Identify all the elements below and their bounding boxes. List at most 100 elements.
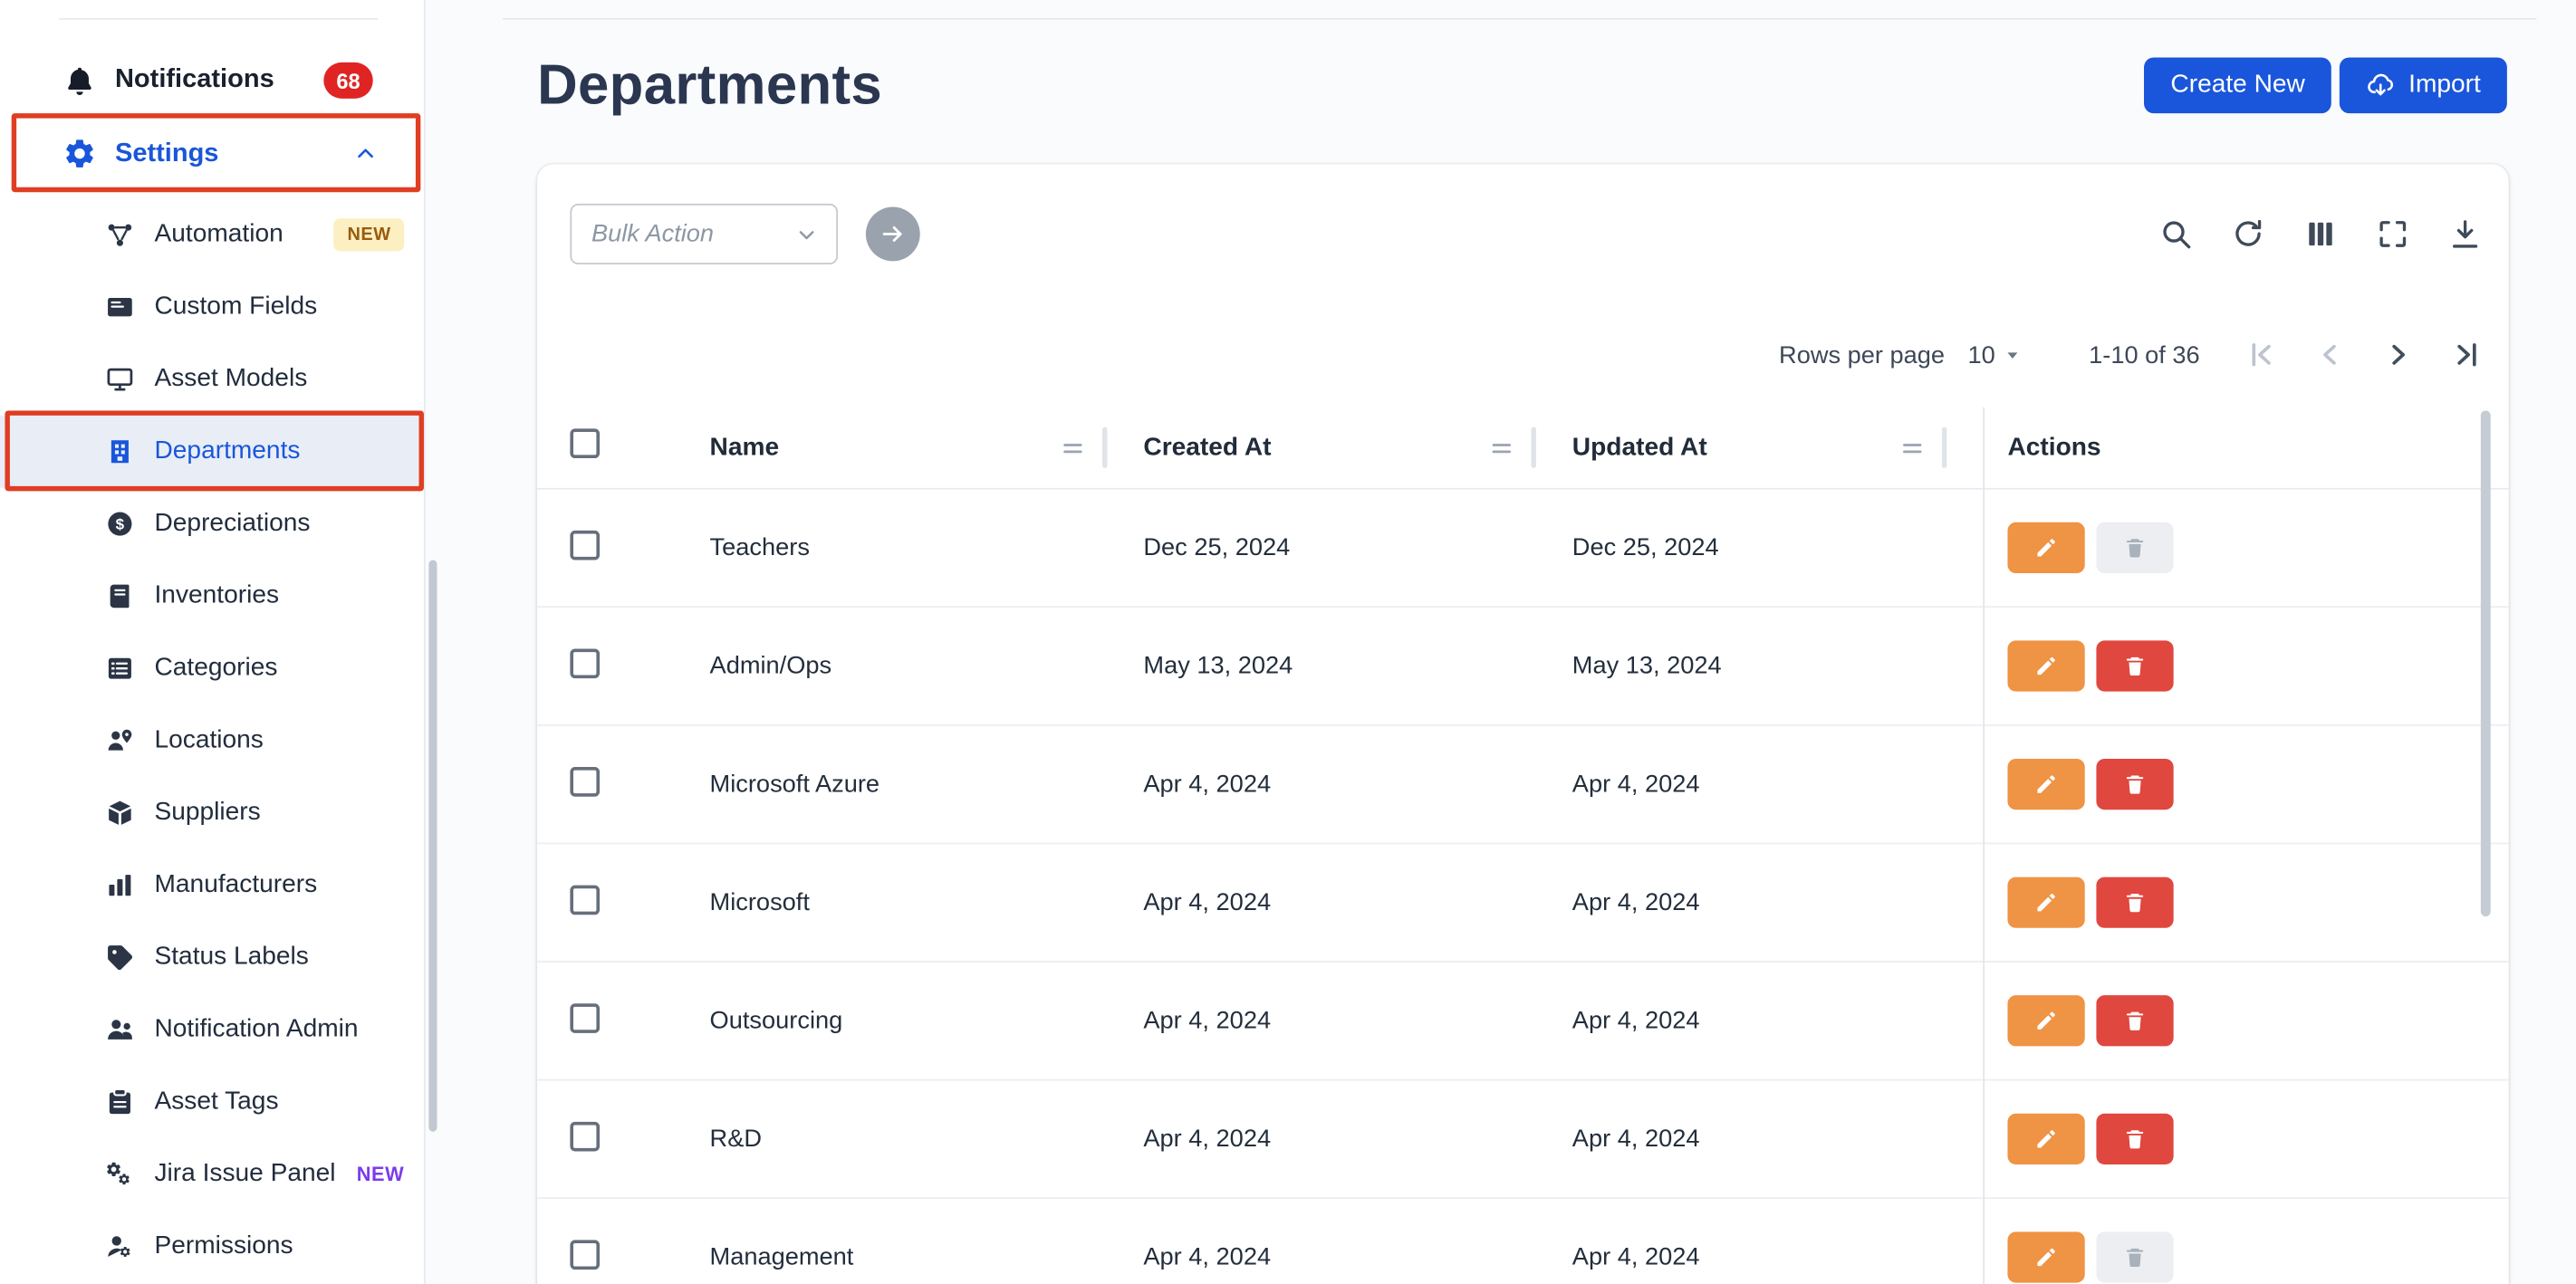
trash-icon <box>2122 1245 2147 1270</box>
sidebar-item-label: Notifications <box>115 66 274 96</box>
bar-chart-icon <box>105 870 135 900</box>
sidebar-item-locations[interactable]: Locations <box>0 704 424 777</box>
edit-button[interactable] <box>2007 1231 2084 1282</box>
pagination-controls <box>2243 337 2485 373</box>
row-checkbox[interactable] <box>570 530 600 560</box>
sidebar-item-asset-tags[interactable]: Asset Tags <box>0 1066 424 1138</box>
edit-button[interactable] <box>2007 640 2084 691</box>
cell-created-at: Apr 4, 2024 <box>1143 1243 1572 1271</box>
table-body: TeachersDec 25, 2024Dec 25, 2024Admin/Op… <box>537 490 2509 1284</box>
table-row: MicrosoftApr 4, 2024Apr 4, 2024 <box>537 844 2509 963</box>
pencil-icon <box>2033 1009 2058 1033</box>
row-checkbox[interactable] <box>570 885 600 915</box>
sidebar-item-label: Categories <box>154 654 277 684</box>
sidebar-item-permissions[interactable]: Permissions <box>0 1211 424 1283</box>
pencil-icon <box>2033 535 2058 560</box>
column-menu-icon[interactable] <box>1486 433 1516 463</box>
delete-button[interactable] <box>2096 1114 2173 1164</box>
content-top-divider <box>503 18 2536 20</box>
delete-button[interactable] <box>2096 522 2173 573</box>
bulk-action-select[interactable]: Bulk Action <box>570 204 838 264</box>
delete-button[interactable] <box>2096 877 2173 928</box>
delete-button[interactable] <box>2096 995 2173 1046</box>
first-page-button[interactable] <box>2243 337 2279 373</box>
sidebar-item-custom-fields[interactable]: Custom Fields <box>0 271 424 343</box>
columns-button[interactable] <box>2303 216 2338 251</box>
last-page-button[interactable] <box>2449 337 2485 373</box>
row-checkbox[interactable] <box>570 648 600 678</box>
search-icon <box>2158 216 2193 251</box>
row-checkbox[interactable] <box>570 766 600 796</box>
sidebar-item-label: Departments <box>154 436 300 466</box>
rows-per-page-select[interactable]: 10 <box>1967 340 2026 369</box>
row-checkbox[interactable] <box>570 1002 600 1032</box>
bulk-apply-button[interactable] <box>866 207 920 262</box>
refresh-button[interactable] <box>2231 216 2265 251</box>
previous-page-button[interactable] <box>2312 337 2348 373</box>
svg-text:$: $ <box>116 516 125 533</box>
dollar-circle-icon: $ <box>105 509 135 539</box>
rows-per-page-label: Rows per page <box>1779 340 1945 369</box>
sidebar-item-settings[interactable]: Settings <box>0 115 424 192</box>
cell-created-at: Dec 25, 2024 <box>1143 533 1572 561</box>
caret-down-icon <box>2000 341 2026 368</box>
trash-icon <box>2122 771 2147 796</box>
edit-button[interactable] <box>2007 1114 2084 1164</box>
column-menu-icon[interactable] <box>1898 433 1927 463</box>
departments-card: Bulk Action Rows per page 10 <box>537 164 2509 1284</box>
page-last-icon <box>2449 337 2485 373</box>
sidebar-item-departments[interactable]: Departments <box>0 416 424 488</box>
sidebar-item-automation[interactable]: AutomationNEW <box>0 198 424 271</box>
column-resize-handle[interactable] <box>1942 427 1946 468</box>
package-icon <box>105 799 135 829</box>
delete-button[interactable] <box>2096 759 2173 810</box>
column-resize-handle[interactable] <box>1531 427 1535 468</box>
edit-button[interactable] <box>2007 522 2084 573</box>
edit-button[interactable] <box>2007 877 2084 928</box>
pagination-bar: Rows per page 10 1-10 of 36 <box>1779 322 2485 388</box>
card-icon <box>105 292 135 322</box>
column-menu-icon[interactable] <box>1058 433 1088 463</box>
cell-name: Management <box>710 1243 1144 1271</box>
sidebar-item-label: Asset Models <box>154 365 307 395</box>
sidebar-scrollbar-thumb[interactable] <box>428 561 437 1132</box>
import-button[interactable]: Import <box>2340 57 2507 113</box>
next-page-button[interactable] <box>2380 337 2417 373</box>
delete-button[interactable] <box>2096 640 2173 691</box>
table-row: R&DApr 4, 2024Apr 4, 2024 <box>537 1080 2509 1199</box>
page-first-icon <box>2243 337 2279 373</box>
sidebar-item-suppliers[interactable]: Suppliers <box>0 777 424 849</box>
cell-updated-at: Apr 4, 2024 <box>1572 1243 1983 1271</box>
column-resize-handle[interactable] <box>1102 427 1107 468</box>
sidebar-item-notifications[interactable]: Notifications 68 <box>0 43 424 118</box>
column-header-updated-at: Updated At <box>1572 433 1707 463</box>
sidebar-item-jira-issue-panel[interactable]: Jira Issue PanelNEW <box>0 1138 424 1211</box>
sidebar-item-categories[interactable]: Categories <box>0 632 424 704</box>
download-button[interactable] <box>2448 216 2483 251</box>
table-scrollbar-thumb[interactable] <box>2481 410 2491 916</box>
sidebar-item-status-labels[interactable]: Status Labels <box>0 922 424 994</box>
trash-icon <box>2122 1126 2147 1151</box>
trash-icon <box>2122 654 2147 678</box>
edit-button[interactable] <box>2007 995 2084 1046</box>
delete-button[interactable] <box>2096 1231 2173 1282</box>
sidebar-item-depreciations[interactable]: $Depreciations <box>0 488 424 561</box>
select-all-checkbox[interactable] <box>570 428 600 458</box>
sidebar-item-inventories[interactable]: Inventories <box>0 561 424 633</box>
tag-icon <box>105 943 135 973</box>
row-checkbox[interactable] <box>570 1121 600 1151</box>
sidebar-item-notification-admin[interactable]: Notification Admin <box>0 993 424 1066</box>
sidebar-item-asset-models[interactable]: Asset Models <box>0 343 424 416</box>
fullscreen-icon <box>2376 216 2410 251</box>
edit-button[interactable] <box>2007 759 2084 810</box>
table-row: ManagementApr 4, 2024Apr 4, 2024 <box>537 1199 2509 1284</box>
pagination-range: 1-10 of 36 <box>2089 340 2200 369</box>
sidebar-item-manufacturers[interactable]: Manufacturers <box>0 849 424 922</box>
create-new-button[interactable]: Create New <box>2144 57 2331 113</box>
search-button[interactable] <box>2158 216 2193 251</box>
cell-name: Teachers <box>710 533 1144 561</box>
pencil-icon <box>2033 654 2058 678</box>
fullscreen-button[interactable] <box>2376 216 2410 251</box>
row-checkbox[interactable] <box>570 1240 600 1270</box>
main-content: Departments Create New Import Bulk Actio… <box>426 0 2576 1284</box>
